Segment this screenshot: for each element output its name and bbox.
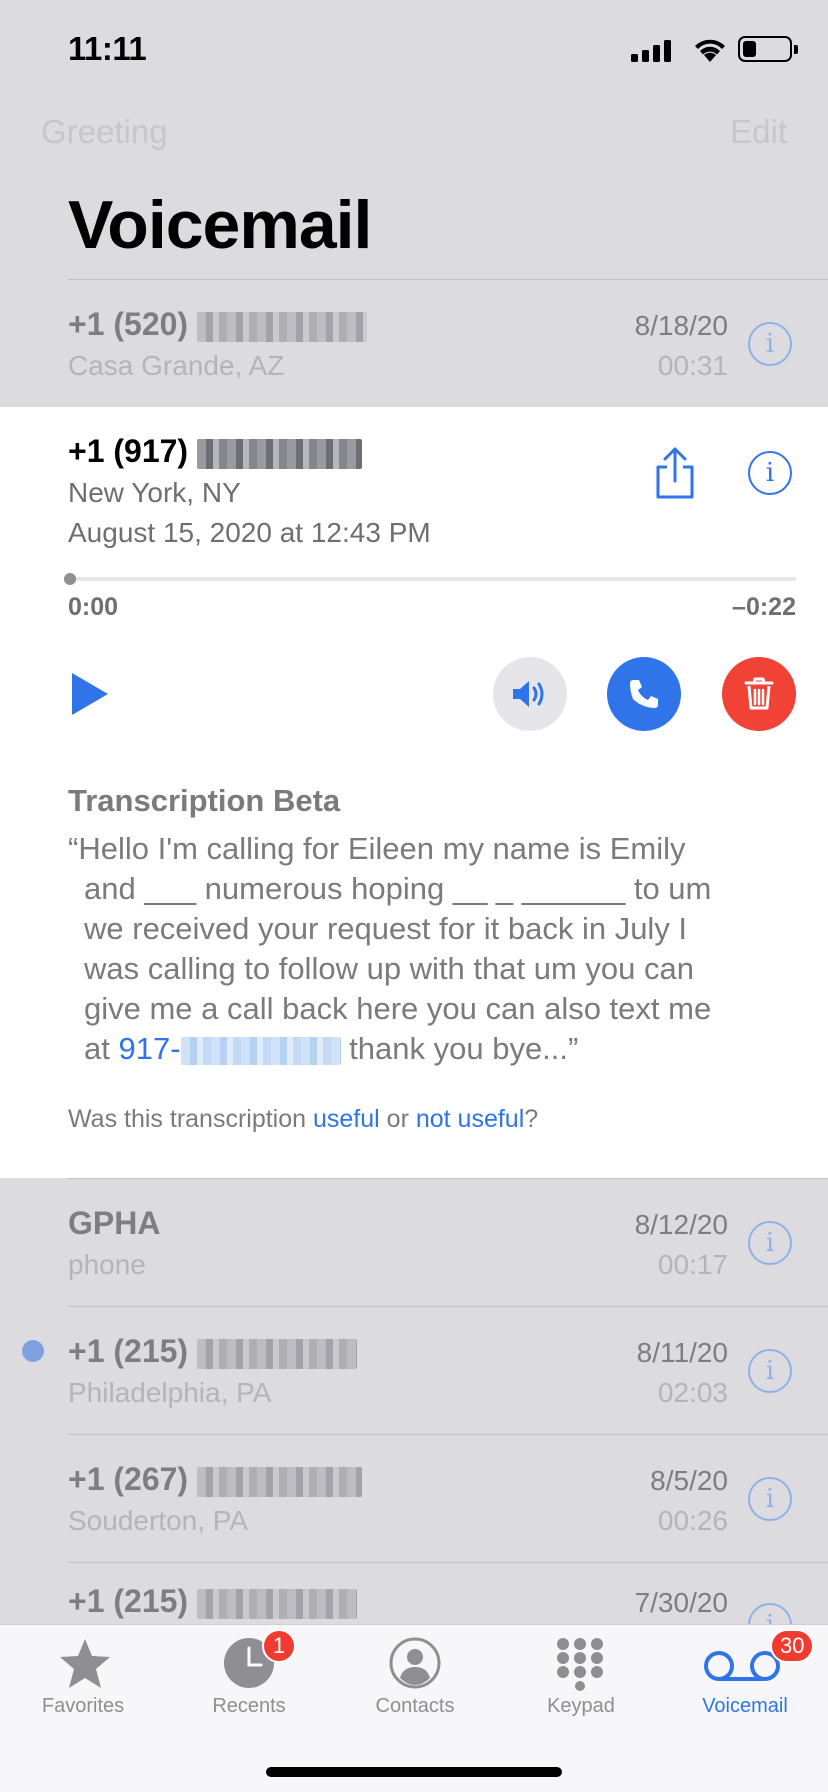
redacted-number [196,1588,357,1619]
speaker-button[interactable] [493,657,567,731]
speaker-icon [513,681,544,707]
transcription-feedback: Was this transcription useful or not use… [68,1105,539,1133]
keypad-icon [557,1638,603,1691]
voicemail-badge: 30 [770,1629,815,1663]
voicemail-icon [704,1651,780,1681]
caller-location: Souderton, PA [68,1505,249,1536]
info-icon[interactable]: i [748,1603,792,1624]
scrubber-knob[interactable] [64,573,76,585]
redacted-number [196,1338,357,1369]
person-circle-icon [389,1637,441,1689]
cellular-signal-icon [631,40,673,62]
transcribed-phone-link[interactable]: 917- [118,1031,341,1066]
voicemail-date: 8/5/20 [650,1465,728,1496]
delete-button[interactable] [722,657,796,731]
voicemail-duration: 00:26 [657,1505,728,1536]
caller-location: Philadelphia, PA [68,1377,272,1408]
caller-name: +1 (215) [68,1583,357,1620]
transcription-line: “Hello I'm calling for Eileen my name is… [68,831,686,866]
voicemail-date: 8/18/20 [634,310,728,341]
home-indicator[interactable] [266,1767,562,1777]
remaining-time: –0:22 [732,593,796,621]
greeting-button[interactable]: Greeting [41,113,168,151]
transcription-line: we received your request for it back in … [84,911,688,946]
caller-location: New York, NY [68,477,241,508]
voicemail-date: 8/11/20 [636,1337,728,1368]
redacted-number [196,311,367,342]
voicemail-duration: 00:17 [657,1249,728,1280]
caller-location: phone [68,1249,146,1280]
transcription-line: at 917- thank you bye...” [84,1031,579,1066]
play-button[interactable] [70,671,110,717]
info-icon[interactable]: i [748,322,792,366]
transcription-line: and ___ numerous hoping __ _ ______ to u… [84,871,712,906]
transcription-title: Transcription Beta [68,783,341,818]
playback-scrubber[interactable] [68,577,796,581]
call-back-button[interactable] [607,657,681,731]
battery-icon [738,36,798,62]
transcription-line: give me a call back here you can also te… [84,991,712,1026]
elapsed-time: 0:00 [68,593,119,621]
status-time: 11:11 [68,30,147,67]
caller-name: +1 (215) [68,1333,357,1370]
voicemail-duration: 02:03 [657,1377,728,1408]
voicemail-row[interactable]: GPHA phone 8/12/20 00:17 i [0,1179,828,1306]
info-icon[interactable]: i [748,451,792,495]
caller-name: +1 (917) [68,433,362,470]
info-icon[interactable]: i [748,1477,792,1521]
useful-link[interactable]: useful [313,1105,380,1133]
phone-icon [630,680,658,708]
redacted-number [180,1036,341,1065]
voicemail-date: 7/30/20 [634,1587,728,1618]
voicemail-row[interactable]: +1 (215) 7/30/20 i [0,1563,828,1624]
transcription-line: was calling to follow up with that um yo… [84,951,694,986]
caller-name: GPHA [68,1205,161,1241]
transcription-text: “Hello I'm calling for Eileen my name is… [68,829,808,1069]
info-icon[interactable]: i [748,1349,792,1393]
voicemail-duration: 00:31 [657,350,728,381]
page-title: Voicemail [68,187,372,263]
redacted-number [196,438,362,469]
share-icon[interactable] [650,445,700,501]
voicemail-row[interactable]: +1 (520) Casa Grande, AZ 8/18/20 00:31 i [0,280,828,406]
wifi-icon [695,39,725,62]
caller-location: Casa Grande, AZ [68,350,285,381]
star-icon [60,1639,110,1688]
trash-icon [744,677,774,710]
expanded-voicemail: +1 (917) New York, NY August 15, 2020 at… [0,407,828,1178]
recents-badge: 1 [262,1629,296,1663]
info-icon[interactable]: i [748,1221,792,1265]
edit-button[interactable]: Edit [730,113,787,151]
voicemail-datetime: August 15, 2020 at 12:43 PM [68,517,431,548]
voicemail-date: 8/12/20 [634,1209,728,1240]
redacted-number [196,1466,362,1497]
unread-dot [22,1340,44,1362]
caller-name: +1 (520) [68,306,367,343]
voicemail-row[interactable]: +1 (267) Souderton, PA 8/5/20 00:26 i [0,1435,828,1562]
caller-name: +1 (267) [68,1461,362,1498]
voicemail-row[interactable]: +1 (215) Philadelphia, PA 8/11/20 02:03 … [0,1307,828,1434]
not-useful-link[interactable]: not useful [416,1105,524,1133]
